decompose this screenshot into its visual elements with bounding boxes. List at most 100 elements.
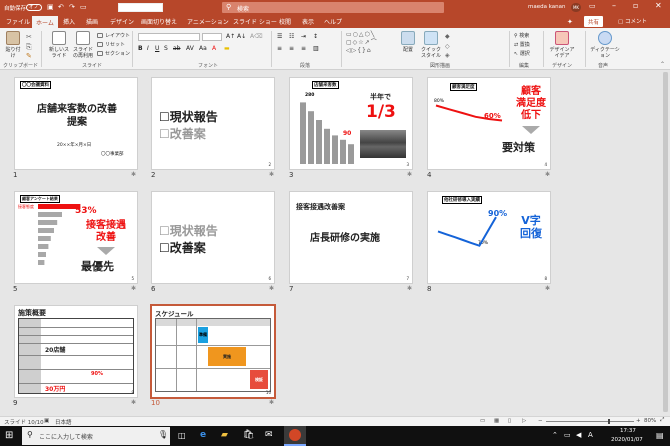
designer-button[interactable]: デザインアイデア	[549, 31, 575, 59]
align-left-icon[interactable]: ≡	[277, 45, 282, 52]
slide-sorter-view-icon[interactable]: ▦	[494, 418, 499, 424]
normal-view-icon[interactable]: ▭	[480, 418, 485, 424]
change-case-icon[interactable]: Aa	[199, 45, 207, 52]
zoom-out-button[interactable]: −	[538, 418, 543, 424]
undo-icon[interactable]: ↶	[58, 3, 64, 11]
tab-animations[interactable]: アニメーション	[187, 17, 229, 26]
notifications-icon[interactable]: ▤	[656, 431, 664, 440]
vertical-scrollbar[interactable]	[663, 72, 668, 412]
file-explorer-icon[interactable]: ▰	[221, 430, 228, 440]
section-button[interactable]: セクション	[97, 50, 130, 57]
tab-home[interactable]: ホーム	[32, 16, 58, 28]
share-button[interactable]: 共有	[584, 16, 604, 27]
grow-font-icon[interactable]: A↑	[226, 33, 235, 40]
fit-to-window-icon[interactable]: ⤢	[660, 417, 664, 424]
copy-icon[interactable]: ⎘	[26, 43, 32, 52]
spellcheck-icon[interactable]: ▣	[44, 418, 49, 424]
slide-thumbnail-9[interactable]: 施策概要 20店舗 90% 30万円 9	[14, 305, 138, 398]
new-slide-button[interactable]: 新しいスライド	[48, 31, 70, 59]
maximize-icon[interactable]: ▫	[633, 1, 638, 10]
document-name-field[interactable]	[118, 3, 163, 12]
close-icon[interactable]: ✕	[655, 1, 662, 10]
slide-thumbnail-6[interactable]: ☐現状報告 ☐改善案 6	[151, 191, 275, 284]
clock-date[interactable]: 2020/01/07	[611, 437, 643, 443]
user-name[interactable]: maeda kanan	[528, 4, 566, 10]
collapse-ribbon-icon[interactable]: ⌃	[660, 61, 665, 68]
network-icon[interactable]: ▭	[564, 431, 571, 439]
select-button[interactable]: ↖ 選択	[514, 50, 530, 57]
ime-icon[interactable]: A	[588, 431, 593, 439]
zoom-slider-thumb[interactable]	[608, 419, 610, 424]
slideshow-view-icon[interactable]: ▷	[522, 418, 526, 424]
redo-icon[interactable]: ↷	[69, 3, 75, 11]
shape-outline-icon[interactable]: ◇	[445, 43, 450, 50]
highlight-icon[interactable]: ▬	[224, 45, 230, 52]
shape-fill-icon[interactable]: ◆	[445, 33, 450, 40]
tab-help[interactable]: ヘルプ	[324, 17, 342, 26]
slide-thumbnail-8[interactable]: 他社研修導入実績 90% 70% V字 回復 8	[427, 191, 551, 284]
language-indicator[interactable]: 日本語	[55, 418, 72, 426]
shape-effects-icon[interactable]: ◈	[445, 52, 450, 59]
ribbon-display-icon[interactable]: ▭	[589, 2, 596, 10]
slide-thumbnail-7[interactable]: 接客接遇改善案 店長研修の実施 7	[289, 191, 413, 284]
quick-styles-button[interactable]: クイックスタイル	[420, 31, 442, 59]
zoom-slider[interactable]	[546, 421, 634, 422]
scrollbar-thumb[interactable]	[663, 72, 668, 412]
underline-icon[interactable]: U	[155, 45, 159, 52]
windows-start-icon[interactable]: ⊞	[5, 430, 13, 441]
slide-thumbnail-2[interactable]: ☐現状報告 ☐改善案 2	[151, 77, 275, 170]
search-box[interactable]: ⚲ 検索	[222, 2, 444, 13]
tab-review[interactable]: 校閲	[279, 17, 291, 26]
comments-button[interactable]: ▢ コメント	[618, 17, 647, 25]
line-spacing-icon[interactable]: ↕	[313, 33, 318, 40]
taskbar-search[interactable]: ⚲ ここに入力して検索 🎙	[22, 427, 170, 445]
paste-button[interactable]: 貼り付け	[4, 31, 22, 59]
tab-design[interactable]: デザイン	[110, 17, 134, 26]
font-size-select[interactable]	[202, 33, 222, 41]
layout-button[interactable]: レイアウト	[97, 32, 130, 39]
tab-insert[interactable]: 挿入	[63, 17, 75, 26]
font-color-icon[interactable]: A	[212, 45, 216, 52]
slide-thumbnail-4[interactable]: 顧客満足度 80% 60% 顧客 満足度 低下 要対策 4	[427, 77, 551, 170]
minimize-icon[interactable]: –	[612, 1, 616, 10]
tray-overflow-icon[interactable]: ⌃	[552, 431, 558, 439]
slideshow-start-icon[interactable]: ▭	[80, 3, 87, 11]
zoom-in-button[interactable]: +	[636, 418, 641, 424]
reuse-slide-button[interactable]: スライドの再利用	[72, 31, 94, 59]
char-spacing-icon[interactable]: AV	[186, 45, 194, 52]
avatar[interactable]: MK	[571, 3, 581, 12]
lightbulb-icon[interactable]: ✦	[567, 18, 573, 26]
clock-time[interactable]: 17:37	[620, 428, 636, 434]
mail-icon[interactable]: ✉	[265, 430, 273, 440]
tab-view[interactable]: 表示	[302, 17, 314, 26]
align-center-icon[interactable]: ≡	[289, 45, 294, 52]
reading-view-icon[interactable]: ▯	[508, 418, 511, 424]
slide-thumbnail-5[interactable]: 顧客アンケート結果 接客態度 53% 接客接遇 改善 最優先 5	[14, 191, 138, 284]
bullets-icon[interactable]: ☰	[277, 33, 282, 40]
shadow-icon[interactable]: S	[164, 45, 168, 52]
store-icon[interactable]: 🛍	[243, 430, 254, 440]
format-painter-icon[interactable]: ✎	[26, 52, 32, 60]
tab-draw[interactable]: 描画	[86, 17, 98, 26]
reset-button[interactable]: リセット	[97, 41, 125, 48]
strikethrough-icon[interactable]: ab	[173, 45, 181, 52]
italic-icon[interactable]: I	[147, 45, 149, 52]
tab-slideshow[interactable]: スライド ショー	[233, 17, 277, 26]
replace-button[interactable]: ⇄ 置換	[514, 41, 530, 48]
slide-thumbnail-10[interactable]: スケジュール 準備 実施 検証 10	[150, 304, 276, 399]
arrange-button[interactable]: 配置	[399, 31, 417, 53]
autosave-toggle[interactable]: オフ	[26, 4, 42, 11]
slide-thumbnail-3[interactable]: 店舗来客数 280 90 半年で 1/3 3	[289, 77, 413, 170]
volume-icon[interactable]: ◀	[576, 431, 581, 439]
edge-icon[interactable]: e	[200, 430, 206, 440]
shapes-gallery[interactable]: ▭○△⬡╲ ▢◇☆↗⌒ ◁▷{}⌂	[346, 31, 394, 59]
find-button[interactable]: ⚲ 検索	[514, 32, 529, 39]
indent-icon[interactable]: ⇥	[301, 33, 306, 40]
tab-transitions[interactable]: 画面切り替え	[141, 17, 177, 26]
cut-icon[interactable]: ✂	[26, 33, 32, 41]
save-icon[interactable]: ▣	[47, 3, 54, 11]
shrink-font-icon[interactable]: A↓	[237, 33, 246, 40]
zoom-level[interactable]: 80%	[644, 418, 656, 424]
slide-thumbnail-1[interactable]: 〇〇会議資料 店舗来客数の改善提案 20××年×月×日 〇〇事業部	[14, 77, 138, 170]
columns-icon[interactable]: ▥	[313, 45, 319, 52]
